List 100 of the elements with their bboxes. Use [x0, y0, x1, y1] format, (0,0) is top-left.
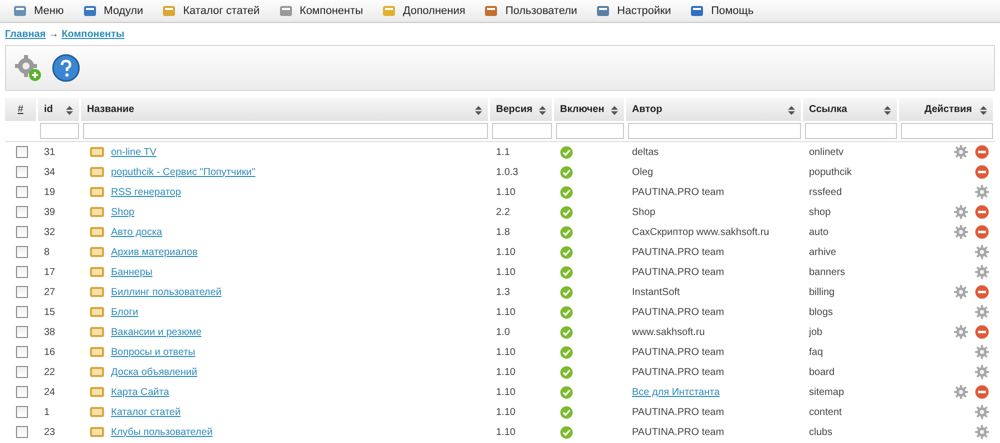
settings-icon[interactable] — [975, 365, 989, 379]
component-link[interactable]: Баннеры — [111, 266, 152, 278]
settings-icon[interactable] — [954, 325, 968, 339]
column-header[interactable]: id — [38, 98, 81, 121]
component-link[interactable]: Клубы пользователей — [111, 426, 213, 438]
menu-item[interactable]: Модули — [78, 3, 148, 19]
enabled-check-icon[interactable] — [560, 306, 573, 318]
component-link[interactable]: Карта Сайта — [111, 386, 170, 398]
component-link[interactable]: Доска объявлений — [111, 366, 198, 378]
breadcrumb-link[interactable]: Компоненты — [62, 28, 124, 40]
row-checkbox[interactable] — [16, 366, 28, 378]
menu-item[interactable]: Настройки — [591, 3, 676, 19]
column-header[interactable]: Название — [81, 98, 490, 121]
link-cell: blogs — [809, 306, 833, 318]
filter-field[interactable] — [805, 123, 897, 139]
component-link[interactable]: Вакансии и резюме — [111, 326, 202, 338]
settings-icon[interactable] — [954, 145, 968, 159]
menu-item[interactable]: Пользователи — [479, 3, 582, 19]
component-link[interactable]: Shop — [111, 206, 134, 218]
filter-field[interactable] — [492, 123, 552, 139]
menu-item[interactable]: Компоненты — [274, 3, 368, 19]
column-header[interactable]: Действия — [899, 98, 995, 121]
menu-item[interactable]: Помощь — [685, 3, 758, 19]
menu-icon — [278, 3, 294, 19]
settings-icon[interactable] — [975, 305, 989, 319]
component-link[interactable]: on-line TV — [111, 146, 156, 158]
component-link[interactable]: Авто доска — [111, 226, 162, 238]
delete-icon[interactable] — [975, 385, 989, 399]
filter-field[interactable] — [83, 123, 488, 139]
row-checkbox[interactable] — [16, 386, 28, 398]
menu-item[interactable]: Меню — [8, 3, 68, 19]
link-cell: job — [809, 326, 822, 338]
settings-icon[interactable] — [975, 265, 989, 279]
version-cell: 1.10 — [496, 386, 516, 398]
component-link[interactable]: RSS генератор — [111, 186, 181, 198]
delete-icon[interactable] — [975, 325, 989, 339]
enabled-check-icon[interactable] — [560, 206, 573, 218]
enabled-check-icon[interactable] — [560, 326, 573, 338]
enabled-check-icon[interactable] — [560, 366, 573, 378]
row-checkbox[interactable] — [16, 206, 28, 218]
settings-icon[interactable] — [975, 405, 989, 419]
delete-icon[interactable] — [975, 205, 989, 219]
enabled-check-icon[interactable] — [560, 286, 573, 298]
column-header[interactable]: Автор — [626, 98, 803, 121]
settings-icon[interactable] — [975, 345, 989, 359]
row-checkbox[interactable] — [16, 186, 28, 198]
row-checkbox[interactable] — [16, 146, 28, 158]
component-link[interactable]: Вопросы и ответы — [111, 346, 196, 358]
breadcrumb-link[interactable]: Главная — [5, 28, 46, 40]
settings-icon[interactable] — [975, 245, 989, 259]
component-link[interactable]: Архив материалов — [111, 246, 198, 258]
menu-icon — [161, 3, 178, 19]
row-checkbox[interactable] — [16, 226, 28, 238]
component-link[interactable]: Биллинг пользователей — [111, 286, 222, 298]
menu-item[interactable]: Каталог статей — [157, 3, 264, 19]
enabled-check-icon[interactable] — [560, 166, 573, 178]
settings-icon[interactable] — [954, 285, 968, 299]
row-checkbox[interactable] — [16, 406, 28, 418]
enabled-check-icon[interactable] — [560, 186, 573, 198]
column-header[interactable]: Включен — [554, 98, 626, 121]
settings-icon[interactable] — [975, 425, 989, 439]
filter-field[interactable] — [628, 123, 801, 139]
component-link[interactable]: Блоги — [111, 306, 138, 318]
enabled-check-icon[interactable] — [560, 386, 573, 398]
column-header[interactable]: # — [5, 98, 38, 121]
menu-item[interactable]: Дополнения — [377, 3, 470, 19]
filter-field[interactable] — [901, 123, 993, 139]
filter-field[interactable] — [40, 123, 79, 139]
column-header[interactable]: Ссылка — [803, 98, 899, 121]
delete-icon[interactable] — [975, 145, 989, 159]
row-checkbox[interactable] — [16, 426, 28, 438]
enabled-check-icon[interactable] — [560, 246, 573, 258]
delete-icon[interactable] — [975, 285, 989, 299]
row-checkbox[interactable] — [16, 326, 28, 338]
enabled-check-icon[interactable] — [560, 226, 573, 238]
help-icon[interactable] — [52, 54, 80, 82]
settings-icon[interactable] — [954, 205, 968, 219]
author-link[interactable]: Все для Интстанта — [632, 386, 720, 398]
add-component-icon[interactable] — [14, 54, 42, 82]
filter-field[interactable] — [556, 123, 624, 139]
delete-icon[interactable] — [975, 225, 989, 239]
enabled-check-icon[interactable] — [560, 266, 573, 278]
settings-icon[interactable] — [975, 185, 989, 199]
column-header[interactable]: Версия — [490, 98, 554, 121]
row-checkbox[interactable] — [16, 346, 28, 358]
row-checkbox[interactable] — [16, 286, 28, 298]
enabled-check-icon[interactable] — [560, 426, 573, 438]
settings-icon[interactable] — [954, 225, 968, 239]
enabled-check-icon[interactable] — [560, 406, 573, 418]
enabled-check-icon[interactable] — [560, 146, 573, 158]
row-checkbox[interactable] — [16, 166, 28, 178]
row-checkbox[interactable] — [16, 246, 28, 258]
settings-icon[interactable] — [954, 385, 968, 399]
enabled-check-icon[interactable] — [560, 346, 573, 358]
component-link[interactable]: poputhcik - Сервис "Попутчики" — [111, 166, 256, 178]
delete-icon[interactable] — [975, 165, 989, 179]
component-link[interactable]: Каталог статей — [111, 406, 181, 418]
row-checkbox[interactable] — [16, 306, 28, 318]
row-checkbox[interactable] — [16, 266, 28, 278]
author-cell: PAUTINA.PRO team — [632, 186, 724, 198]
